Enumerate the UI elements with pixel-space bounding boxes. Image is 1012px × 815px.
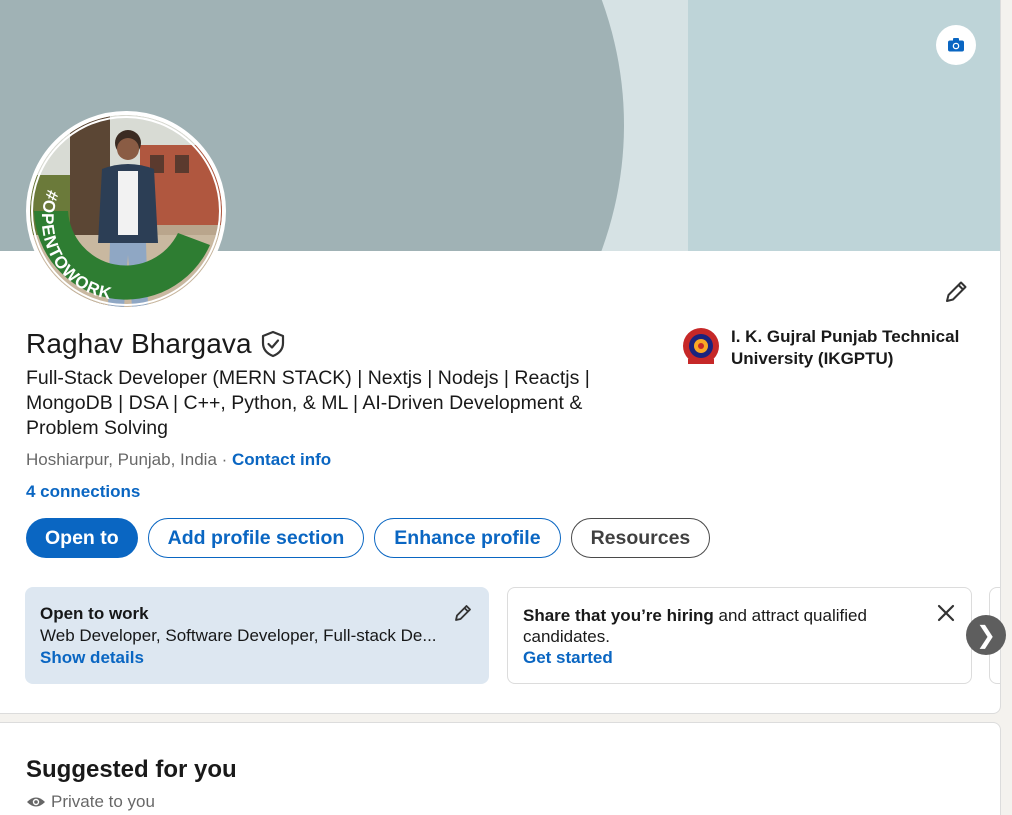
pencil-icon <box>455 605 471 621</box>
education-item[interactable]: I. K. Gujral Punjab Technical University… <box>682 326 982 370</box>
profile-headline: Full-Stack Developer (MERN STACK) | Next… <box>26 367 590 439</box>
carousel-next-button[interactable]: ❯ <box>966 615 1006 655</box>
private-indicator: Private to you <box>26 792 155 812</box>
education-school-name: I. K. Gujral Punjab Technical University… <box>731 327 960 368</box>
resources-button[interactable]: Resources <box>570 518 711 558</box>
edit-banner-button[interactable] <box>936 25 976 65</box>
open-to-work-roles: Web Developer, Software Developer, Full-… <box>40 626 437 645</box>
profile-name-row: Raghav Bhargava <box>26 328 286 360</box>
camera-icon <box>948 38 964 52</box>
profile-avatar[interactable]: #OPENTOWORK <box>26 111 226 311</box>
add-profile-section-button[interactable]: Add profile section <box>147 518 365 558</box>
pencil-icon <box>946 281 967 302</box>
open-to-button[interactable]: Open to <box>26 518 138 558</box>
show-details-link[interactable]: Show details <box>40 648 144 668</box>
edit-intro-button[interactable] <box>936 272 976 312</box>
profile-actions: Open to Add profile section Enhance prof… <box>26 518 711 558</box>
profile-card: #OPENTOWORK Raghav Bhargava Full-Stack D… <box>0 0 1001 714</box>
get-started-link[interactable]: Get started <box>523 648 613 668</box>
open-to-work-title: Open to work <box>40 604 149 623</box>
enhance-profile-button[interactable]: Enhance profile <box>374 518 561 558</box>
hiring-text-bold: Share that you’re hiring <box>523 606 714 625</box>
profile-name: Raghav Bhargava <box>26 328 252 359</box>
close-icon <box>937 604 955 622</box>
chevron-right-icon: ❯ <box>975 621 997 649</box>
connections-link[interactable]: 4 connections <box>26 482 140 502</box>
suggested-card: Suggested for you Private to you <box>0 722 1001 815</box>
open-to-work-card: Open to work Web Developer, Software Dev… <box>25 587 489 684</box>
suggested-title: Suggested for you <box>26 756 237 783</box>
profile-location: Hoshiarpur, Punjab, India <box>26 450 217 469</box>
dismiss-hiring-button[interactable] <box>934 601 958 625</box>
location-separator: · <box>216 450 233 469</box>
shield-check-icon[interactable] <box>260 330 286 358</box>
private-label: Private to you <box>51 792 155 811</box>
location-row: Hoshiarpur, Punjab, India · Contact info <box>26 450 331 470</box>
edit-open-to-work-button[interactable] <box>451 601 475 625</box>
contact-info-link[interactable]: Contact info <box>232 450 331 469</box>
eye-icon <box>26 795 46 809</box>
university-logo-icon <box>683 328 719 364</box>
hiring-card: Share that you’re hiring and attract qua… <box>507 587 972 684</box>
hiring-text: Share that you’re hiring and attract qua… <box>523 605 923 647</box>
